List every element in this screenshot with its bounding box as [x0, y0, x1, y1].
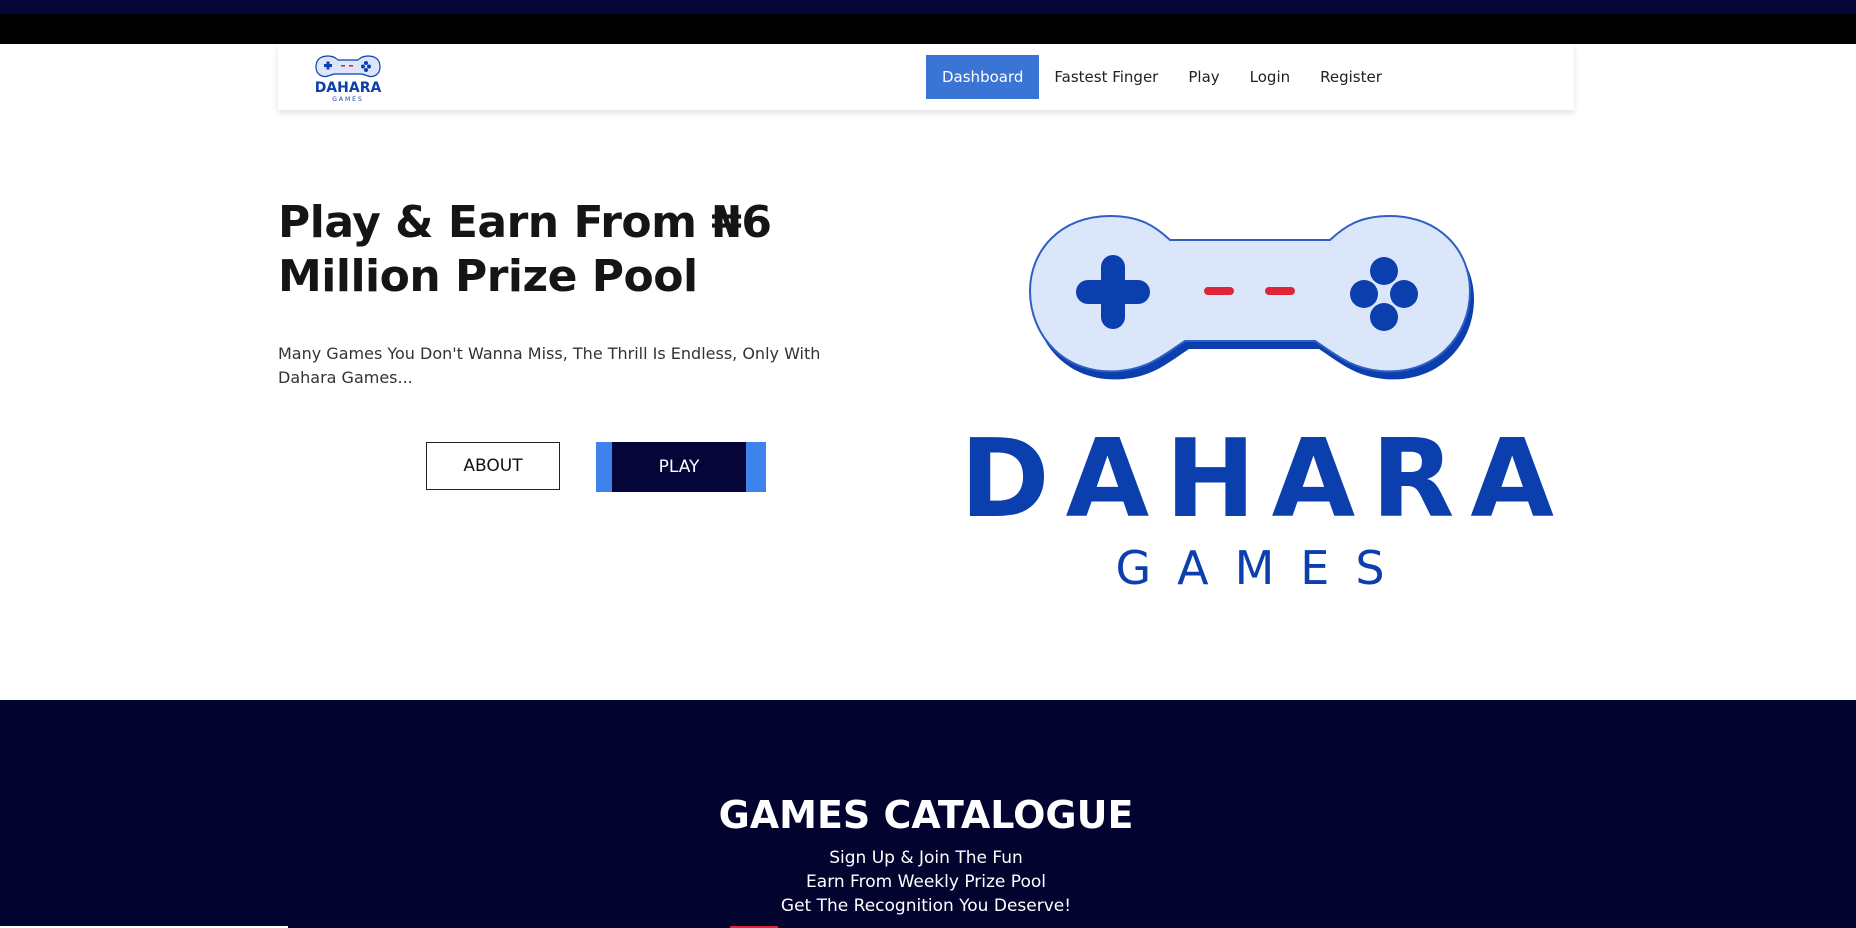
nav-play[interactable]: Play — [1173, 55, 1234, 99]
play-button-label: PLAY — [612, 442, 746, 492]
hero-subtitle: Many Games You Don't Wanna Miss, The Thr… — [278, 344, 821, 387]
hero-brand-name: DAHARA — [960, 417, 1570, 542]
hero-title: Play & Earn From ₦6 Million Prize Pool — [278, 197, 772, 302]
navbar: DAHARA GAMES Dashboard Fastest Finger Pl… — [278, 44, 1574, 110]
catalogue-line: Get The Recognition You Deserve! — [780, 896, 1072, 916]
nav-fastest-finger[interactable]: Fastest Finger — [1039, 55, 1173, 99]
nav-login[interactable]: Login — [1235, 55, 1305, 99]
nav-register[interactable]: Register — [1305, 55, 1397, 99]
site-logo[interactable]: DAHARA GAMES — [308, 52, 388, 104]
hero-brand-sub: GAMES — [1115, 541, 1411, 595]
logo-sub-text: GAMES — [332, 96, 364, 103]
play-button[interactable]: PLAY — [596, 442, 766, 492]
gamepad-icon — [1028, 214, 1474, 380]
top-accent-bar — [0, 0, 1856, 14]
catalogue-line: Earn From Weekly Prize Pool — [806, 872, 1046, 892]
main-nav: Dashboard Fastest Finger Play Login Regi… — [926, 55, 1397, 99]
logo-brand-text: DAHARA — [315, 80, 382, 96]
about-button[interactable]: ABOUT — [426, 442, 560, 490]
top-black-bar — [0, 14, 1856, 44]
gamepad-icon: DAHARA GAMES — [315, 55, 382, 103]
nav-dashboard[interactable]: Dashboard — [926, 55, 1040, 99]
games-catalogue-section: GAMES CATALOGUE Sign Up & Join The Fun E… — [0, 700, 1856, 928]
catalogue-title: GAMES CATALOGUE — [718, 793, 1134, 837]
catalogue-line: Sign Up & Join The Fun — [829, 848, 1023, 868]
